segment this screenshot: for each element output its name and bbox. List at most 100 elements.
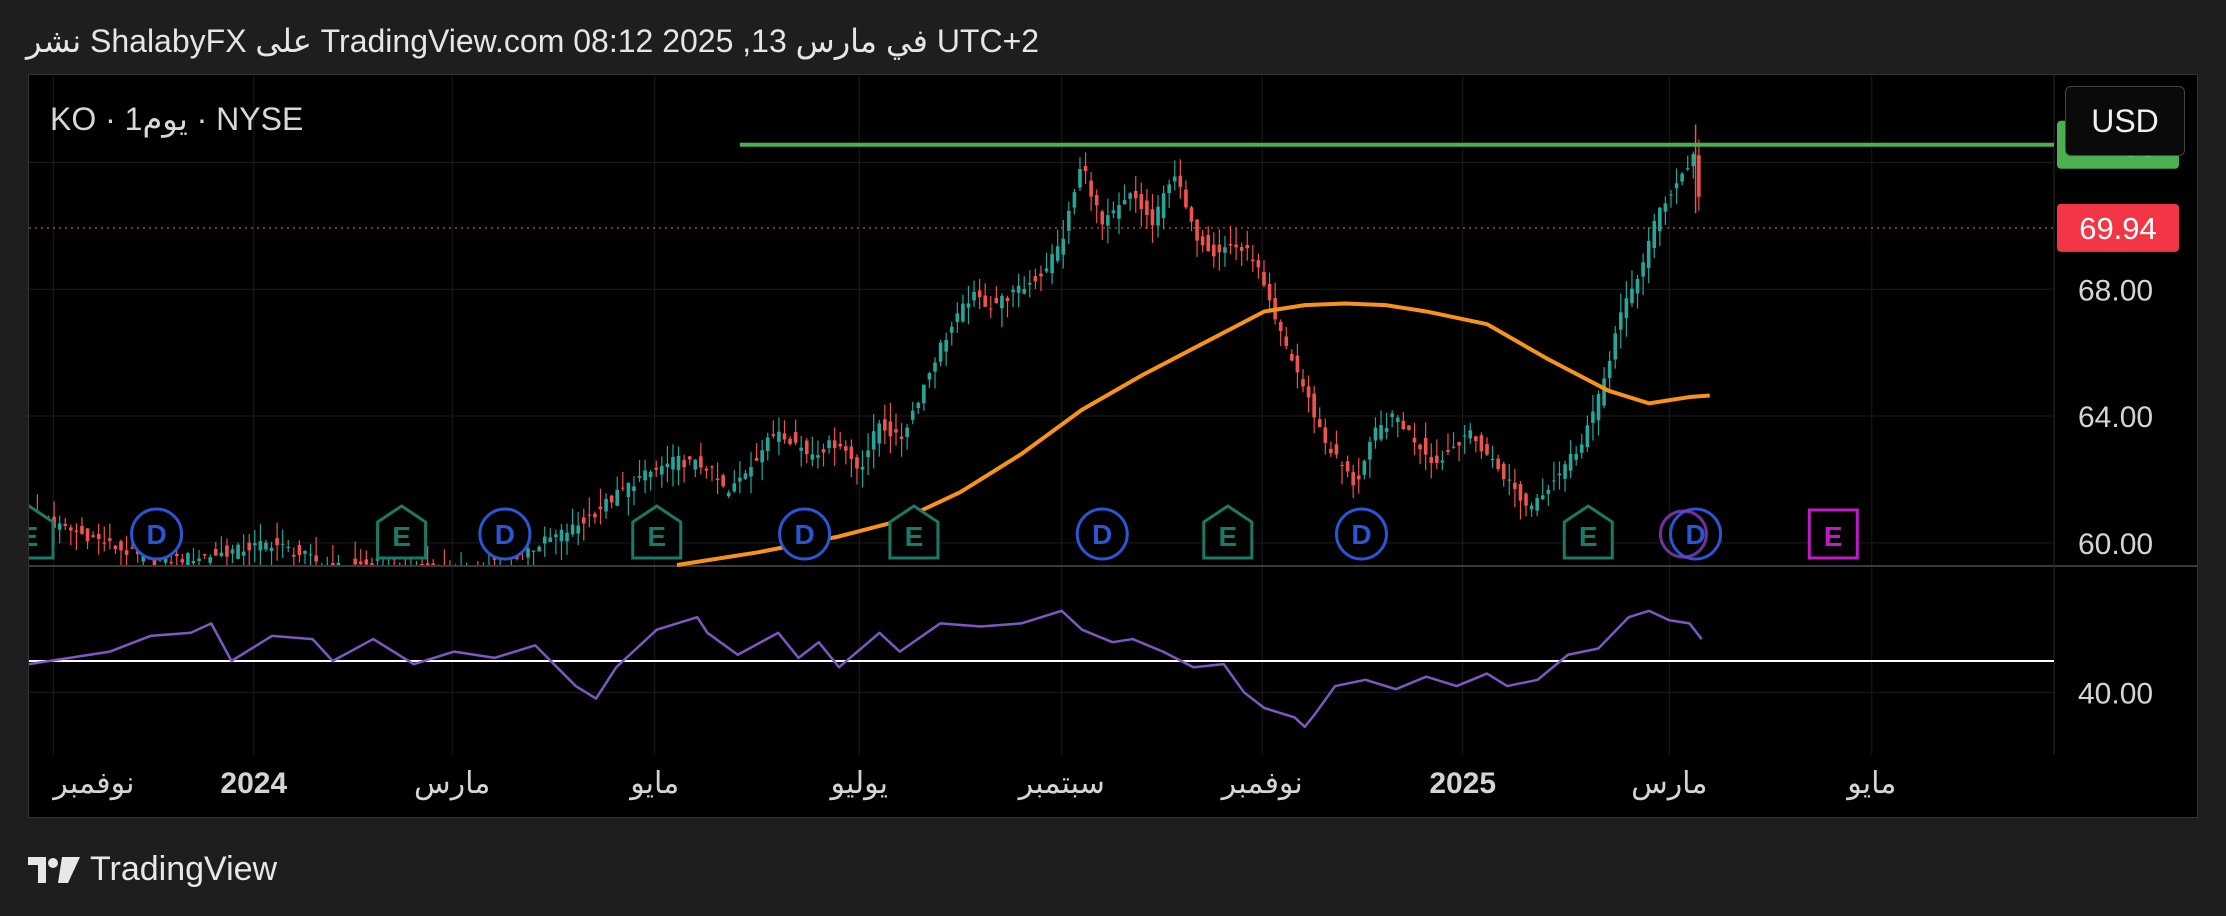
candle [816, 455, 820, 458]
candle [186, 553, 190, 565]
candle [1000, 295, 1004, 309]
candle [1234, 244, 1238, 248]
candle [303, 551, 307, 554]
candle [788, 438, 792, 445]
candle [1317, 419, 1322, 428]
candle [1122, 200, 1127, 205]
x-axis-tick-label: 2024 [220, 767, 287, 800]
candle [213, 549, 218, 556]
y-axis-tick-label: 64.00 [2078, 401, 2153, 434]
candle [1083, 165, 1088, 172]
x-axis-tick-label: يوليو [828, 767, 888, 800]
candle [1663, 203, 1668, 212]
candle [637, 476, 642, 478]
candle [1602, 378, 1606, 406]
candle [1507, 479, 1512, 481]
candle [1106, 215, 1110, 226]
candle [1200, 236, 1205, 246]
candle [364, 559, 369, 565]
candle [1368, 441, 1372, 460]
candle [1206, 234, 1211, 252]
candle [1697, 155, 1701, 197]
candle [570, 524, 575, 535]
candle [1245, 245, 1250, 249]
candle [1619, 312, 1623, 330]
candle [1167, 184, 1171, 194]
rsi-line[interactable] [29, 609, 1703, 729]
candle [1596, 394, 1601, 421]
candle [353, 558, 357, 565]
candle [1312, 393, 1316, 418]
candle [80, 525, 84, 534]
candle [687, 456, 692, 460]
candle [1557, 473, 1562, 476]
candle [431, 563, 436, 565]
candle [972, 291, 976, 301]
candle [102, 542, 107, 544]
candle [1061, 238, 1066, 255]
earnings-badge-label: E [1824, 521, 1843, 552]
candle [1407, 425, 1411, 430]
moving-average-line[interactable] [676, 301, 1710, 567]
symbol-label: KO · 1يوم · NYSE [50, 101, 304, 137]
currency-button[interactable]: USD [2065, 86, 2185, 156]
candle [1111, 210, 1116, 214]
candle [269, 547, 274, 551]
candle [983, 295, 987, 307]
candle [849, 446, 854, 460]
candle [358, 561, 363, 565]
candle [297, 544, 302, 556]
candle [225, 545, 229, 557]
candle [258, 541, 263, 551]
x-axis-tick-label: مايو [1845, 767, 1896, 800]
candle [286, 546, 291, 548]
earnings-badge-label: E [905, 521, 924, 552]
candle [336, 562, 341, 565]
candle [1474, 436, 1478, 442]
candle [1563, 464, 1567, 479]
candle [554, 534, 558, 538]
candle [799, 447, 804, 451]
candle [1468, 430, 1473, 439]
candle [1585, 425, 1590, 448]
candle [660, 466, 664, 475]
candle [855, 457, 859, 469]
chart-frame[interactable]: EDEDEDEDEDEDE60.0064.0068.0040.0072.5669… [28, 74, 2198, 818]
candle [1323, 427, 1328, 443]
candle [721, 475, 725, 487]
y-axis-tick-label: 68.00 [2078, 274, 2153, 307]
candle [96, 533, 101, 539]
candle [1490, 458, 1495, 460]
candle [1384, 428, 1389, 432]
candle [85, 528, 90, 542]
candle [888, 421, 893, 437]
candle [604, 498, 608, 512]
candle [1423, 438, 1428, 455]
candle [654, 467, 659, 470]
candle [1172, 176, 1177, 182]
candle [1501, 463, 1506, 480]
tradingview-logo[interactable]: TradingView [28, 850, 277, 889]
candle [1395, 417, 1400, 423]
candle [1022, 289, 1027, 294]
candle [955, 313, 960, 323]
x-axis-tick-label: 2025 [1429, 767, 1496, 800]
candle [280, 543, 285, 545]
candle [1641, 262, 1645, 277]
candle [1451, 446, 1456, 448]
publish-header: نشر ShalabyFX على TradingView.com 08:12 … [26, 23, 1040, 59]
candle [1568, 453, 1573, 471]
candle [732, 483, 737, 492]
candle [1496, 458, 1500, 470]
chart-canvas[interactable]: EDEDEDEDEDEDE60.0064.0068.0040.0072.5669… [29, 75, 2197, 817]
candle [1306, 386, 1311, 398]
candle [197, 558, 201, 562]
candle [113, 545, 118, 550]
candle [57, 523, 62, 530]
candle [710, 466, 714, 468]
candle [1535, 498, 1539, 511]
candle [1591, 411, 1595, 423]
candle [1485, 444, 1489, 455]
candle [899, 436, 904, 440]
candle [581, 517, 586, 524]
